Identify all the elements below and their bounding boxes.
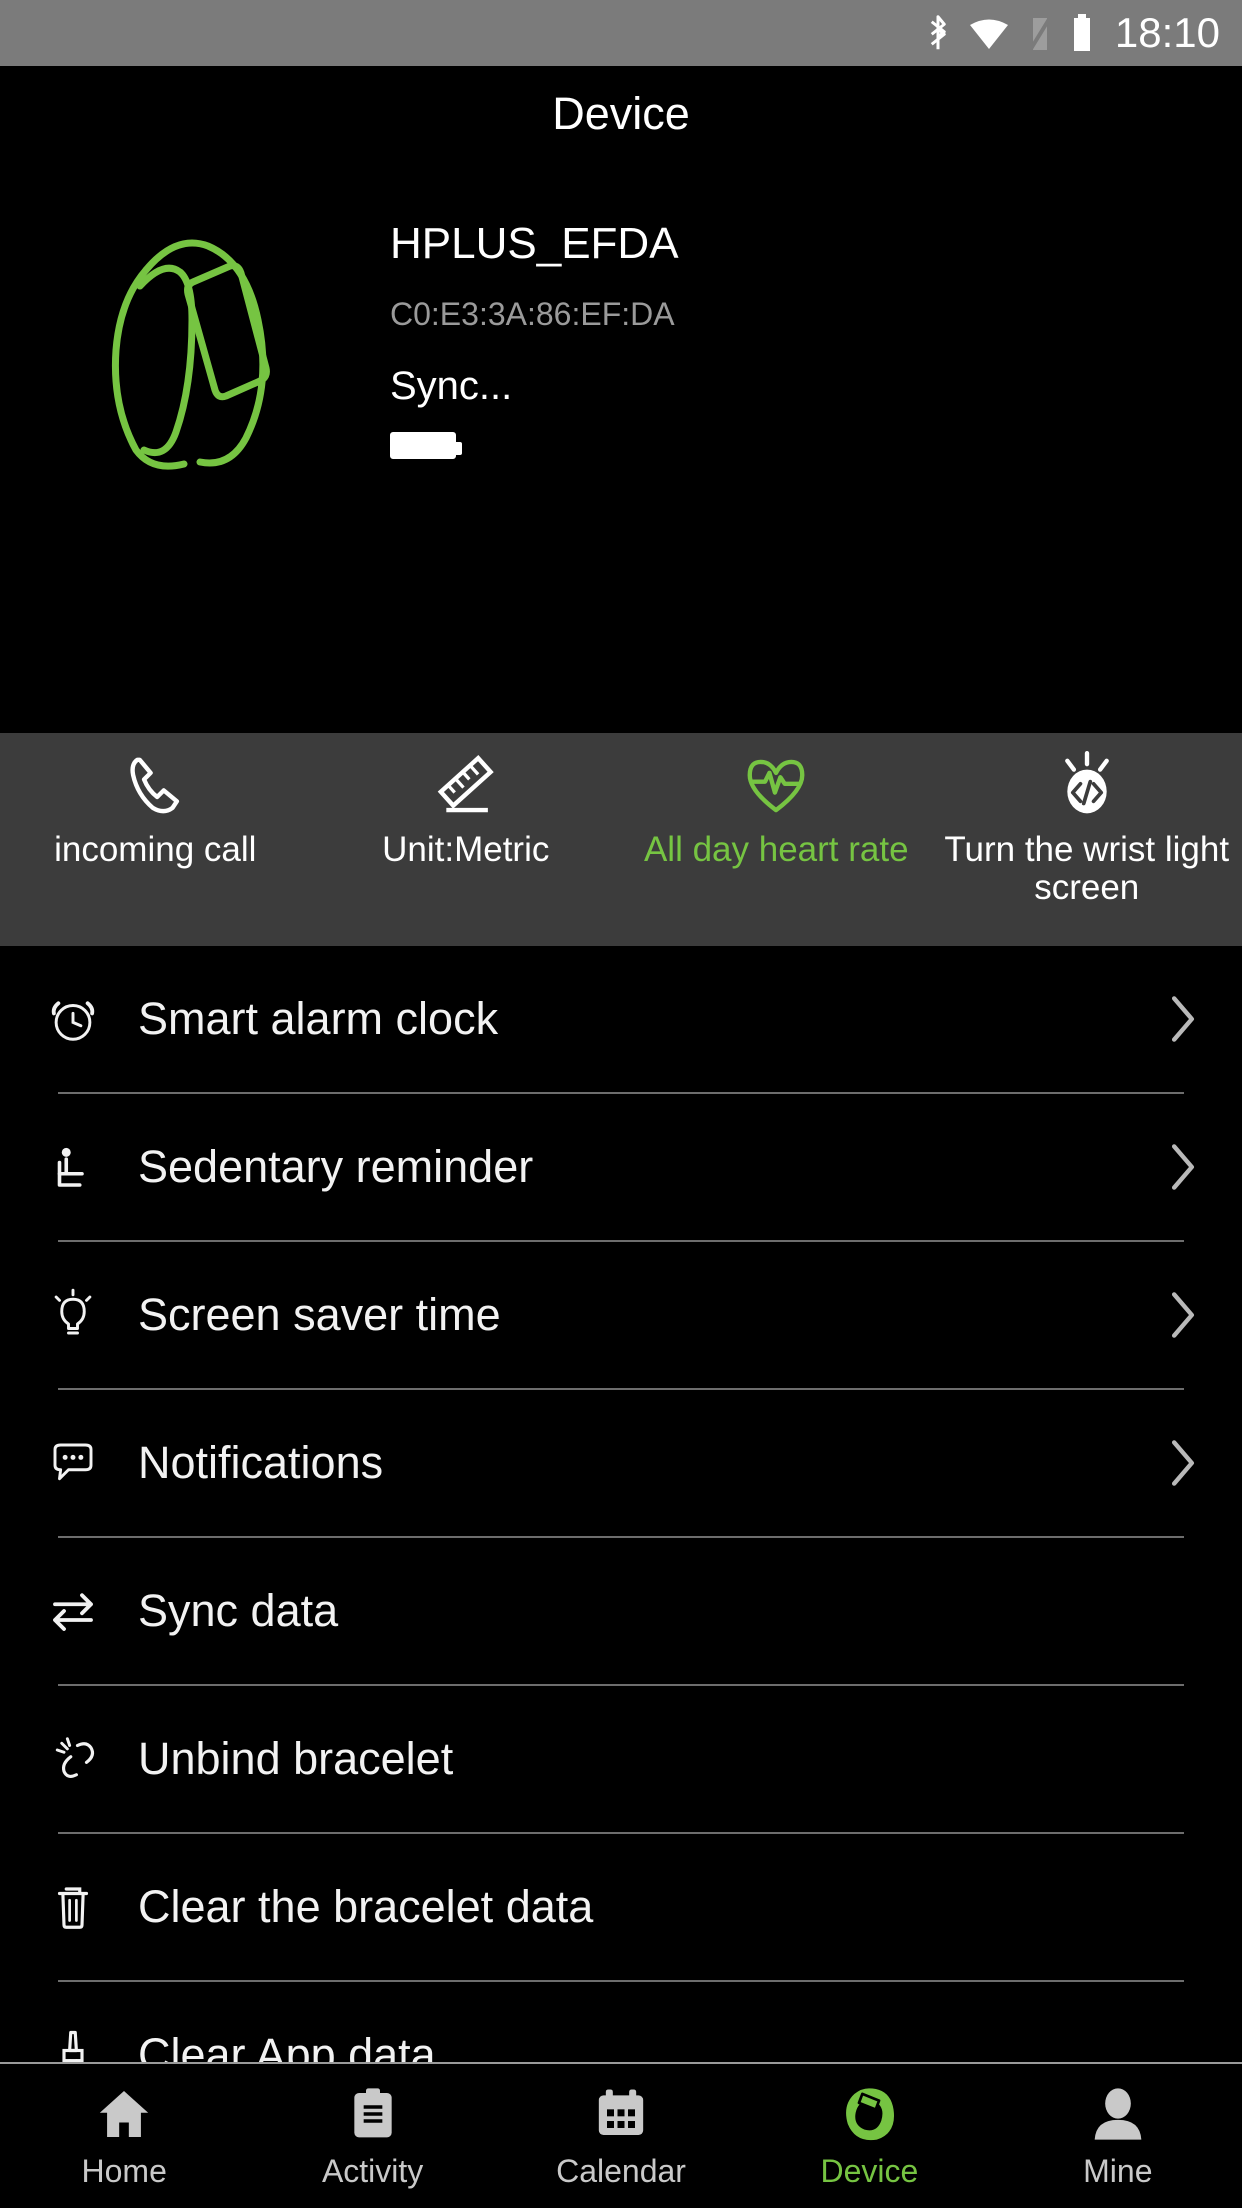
nav-item-home[interactable]: Home xyxy=(0,2064,248,2208)
trash-icon xyxy=(46,1880,138,1934)
list-item-sedentary-reminder[interactable]: Sedentary reminder xyxy=(0,1094,1242,1240)
chevron-right-icon xyxy=(1158,1438,1198,1488)
tile-label: Turn the wrist light screen xyxy=(944,830,1230,907)
device-name: HPLUS_EFDA xyxy=(390,219,679,268)
tile-label: All day heart rate xyxy=(643,830,909,869)
list-item-smart-alarm-clock[interactable]: Smart alarm clock xyxy=(0,946,1242,1092)
chevron-right-icon xyxy=(1158,994,1198,1044)
device-mac-address: C0:E3:3A:86:EF:DA xyxy=(390,296,675,332)
list-item-clear-bracelet-data[interactable]: Clear the bracelet data xyxy=(0,1834,1242,1980)
person-icon xyxy=(1092,2083,1144,2145)
battery-icon xyxy=(1069,12,1095,54)
status-bar: 18:10 xyxy=(0,0,1242,66)
tile-label: incoming call xyxy=(54,830,257,869)
heart-pulse-icon xyxy=(741,749,811,823)
list-item-notifications[interactable]: Notifications xyxy=(0,1390,1242,1536)
list-item-label: Sedentary reminder xyxy=(138,1141,534,1192)
feature-tiles: incoming call Unit:Metric All day heart … xyxy=(0,733,1242,946)
tile-turn-wrist-light-screen[interactable]: Turn the wrist light screen xyxy=(932,733,1242,946)
sedentary-icon xyxy=(46,1140,138,1194)
unbind-icon xyxy=(46,1732,138,1786)
clipboard-icon xyxy=(347,2083,399,2145)
list-item-screen-saver-time[interactable]: Screen saver time xyxy=(0,1242,1242,1388)
app-screen: 18:10 Device HPLUS_EFDA C0:E3:3A:86:EF:D… xyxy=(0,0,1242,2208)
bracelet-outline-illustration xyxy=(0,180,390,470)
tile-label: Unit:Metric xyxy=(382,830,550,869)
chevron-right-icon xyxy=(1158,1290,1198,1340)
settings-list: Smart alarm clock Sedentary reminder Scr… xyxy=(0,946,1242,2064)
list-item-label: Sync data xyxy=(138,1585,339,1636)
nav-item-activity[interactable]: Activity xyxy=(248,2064,496,2208)
tile-all-day-heart-rate[interactable]: All day heart rate xyxy=(621,733,932,946)
status-time: 18:10 xyxy=(1114,9,1220,56)
nav-item-label: Calendar xyxy=(556,2152,686,2189)
nav-item-label: Device xyxy=(820,2152,919,2189)
chevron-right-icon xyxy=(1158,1142,1198,1192)
page-title: Device xyxy=(552,88,690,139)
alarm-clock-icon xyxy=(46,992,138,1046)
bottom-navigation: Home Activity Calendar Device Mine xyxy=(0,2062,1242,2208)
nav-item-calendar[interactable]: Calendar xyxy=(497,2064,745,2208)
nav-item-label: Activity xyxy=(321,2152,424,2189)
ruler-icon xyxy=(431,749,501,823)
list-item-label: Smart alarm clock xyxy=(138,993,499,1044)
tile-incoming-call[interactable]: incoming call xyxy=(0,733,311,946)
nav-item-mine[interactable]: Mine xyxy=(994,2064,1242,2208)
device-sync-status: Sync... xyxy=(390,364,513,408)
wrist-light-icon xyxy=(1052,749,1122,823)
battery-full-icon xyxy=(390,432,462,459)
list-item-label: Screen saver time xyxy=(138,1289,501,1340)
phone-icon xyxy=(120,749,190,823)
message-bubble-icon xyxy=(46,1436,138,1490)
list-item-label: Clear App data xyxy=(138,2029,436,2064)
nav-item-label: Mine xyxy=(1083,2152,1153,2189)
tile-unit-metric[interactable]: Unit:Metric xyxy=(311,733,622,946)
list-item-label: Notifications xyxy=(138,1437,384,1488)
list-item-unbind-bracelet[interactable]: Unbind bracelet xyxy=(0,1686,1242,1832)
list-item-label: Clear the bracelet data xyxy=(138,1881,594,1932)
device-summary: HPLUS_EFDA C0:E3:3A:86:EF:DA Sync... xyxy=(0,162,1242,534)
list-item-clear-app-data[interactable]: Clear App data xyxy=(0,1982,1242,2064)
sync-arrows-icon xyxy=(46,1584,138,1638)
brush-icon xyxy=(46,2028,138,2064)
device-info: HPLUS_EFDA C0:E3:3A:86:EF:DA Sync... xyxy=(390,180,1242,459)
lightbulb-icon xyxy=(46,1288,138,1342)
wifi-icon xyxy=(967,15,1011,51)
signal-off-icon xyxy=(1025,12,1055,54)
list-item-sync-data[interactable]: Sync data xyxy=(0,1538,1242,1684)
home-icon xyxy=(95,2083,153,2145)
nav-item-label: Home xyxy=(81,2152,167,2189)
bracelet-icon xyxy=(840,2083,898,2145)
nav-item-device[interactable]: Device xyxy=(745,2064,993,2208)
page-title-bar: Device xyxy=(0,66,1242,162)
bluetooth-icon xyxy=(923,12,953,54)
list-item-label: Unbind bracelet xyxy=(138,1733,454,1784)
calendar-icon xyxy=(594,2083,648,2145)
